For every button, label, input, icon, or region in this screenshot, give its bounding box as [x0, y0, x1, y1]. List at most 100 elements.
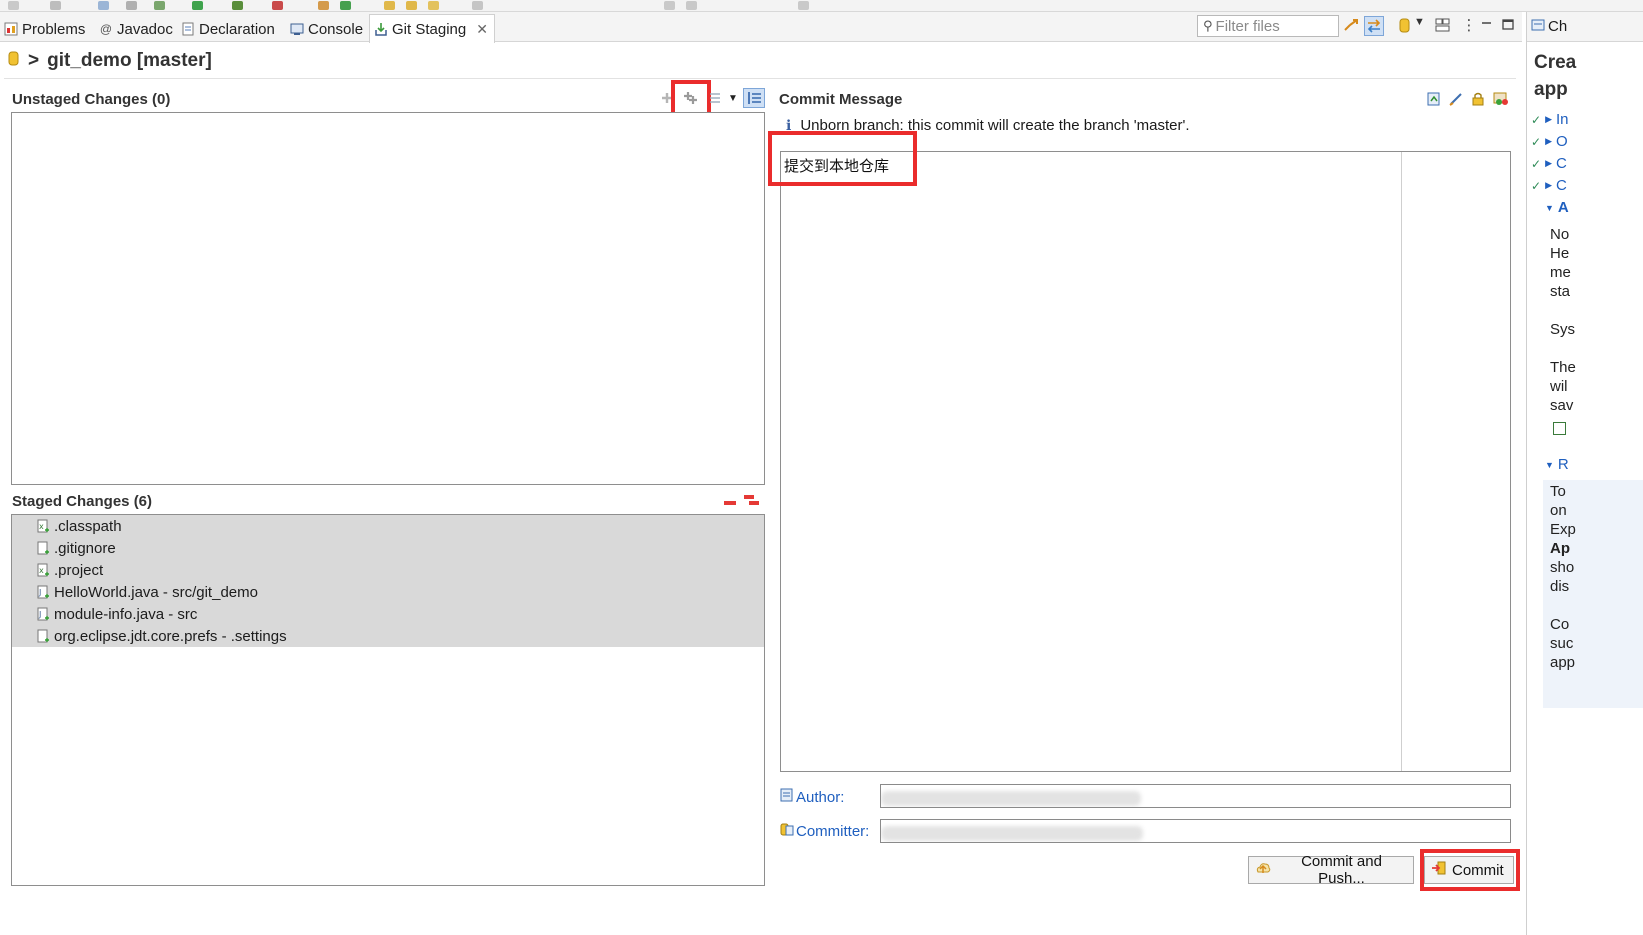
- staged-file-row[interactable]: J HelloWorld.java - src/git_demo: [12, 581, 764, 603]
- staged-file-name: org.eclipse.jdt.core.prefs - .settings: [54, 627, 287, 645]
- search-icon[interactable]: [126, 1, 137, 10]
- cheat-step-4[interactable]: ✓ ▶ C: [1531, 177, 1567, 194]
- staged-file-row[interactable]: org.eclipse.jdt.core.prefs - .settings: [12, 625, 764, 647]
- repository-prefix: >: [28, 50, 40, 71]
- new-icon[interactable]: [8, 1, 19, 10]
- repository-title: git_demo [master]: [47, 50, 212, 71]
- debug-icon[interactable]: [154, 1, 165, 10]
- committer-icon: [780, 822, 794, 840]
- cheat-step-body: No He me sta Sys The wil sav: [1550, 226, 1576, 414]
- presentation-icon[interactable]: [706, 91, 722, 105]
- staged-file-row[interactable]: .gitignore: [12, 537, 764, 559]
- run-icon[interactable]: [192, 1, 203, 10]
- check-icon: ✓: [1531, 178, 1542, 193]
- new-package-icon[interactable]: [318, 1, 329, 10]
- main-toolbar: [0, 0, 1643, 12]
- annotation-icon[interactable]: [472, 1, 483, 10]
- staged-file-row[interactable]: x .project: [12, 559, 764, 581]
- close-icon[interactable]: ✕: [476, 21, 488, 38]
- compare-mode-icon[interactable]: [1364, 16, 1384, 36]
- filter-files-field[interactable]: ⚲: [1197, 15, 1339, 37]
- staged-file-name: HelloWorld.java - src/git_demo: [54, 583, 258, 601]
- staged-changes-title: Staged Changes (6): [12, 493, 153, 510]
- commit-message-editor[interactable]: 提交到本地仓库: [780, 151, 1511, 772]
- added-file-icon: [36, 541, 50, 555]
- cheat-step-3[interactable]: ✓ ▶ C: [1531, 155, 1567, 172]
- cheat-section-2[interactable]: ▼ R: [1545, 456, 1569, 473]
- layout-icon[interactable]: [1434, 16, 1454, 36]
- commit-message-margin-line: [1401, 152, 1402, 771]
- nav-back-icon[interactable]: [664, 1, 675, 10]
- xml-added-file-icon: x: [36, 563, 50, 577]
- cheat-step-5-label: A: [1557, 199, 1569, 216]
- new-class-icon[interactable]: [340, 1, 351, 10]
- check-icon: ✓: [1531, 134, 1542, 149]
- javadoc-icon: @: [99, 22, 113, 36]
- cheat-sheet-panel: Ch Crea app ✓ ▶ In ✓ ▶ O ✓ ▶ C ✓ ▶ C ▼ A No He me…: [1526, 12, 1643, 935]
- cheat-step-1[interactable]: ✓ ▶ In: [1531, 111, 1569, 128]
- repository-icon: [8, 50, 20, 72]
- nav-forward-icon[interactable]: [686, 1, 697, 10]
- coverage-icon[interactable]: [232, 1, 243, 10]
- repository-header: > git_demo [master]: [8, 50, 212, 72]
- commit-and-push-label: Commit and Push...: [1301, 853, 1382, 887]
- unstaged-changes-title: Unstaged Changes (0): [12, 91, 171, 108]
- commit-and-push-button[interactable]: Commit and Push...: [1248, 853, 1414, 887]
- tab-javadoc[interactable]: @ Javadoc: [99, 16, 173, 42]
- unstage-all-icon[interactable]: [743, 493, 761, 507]
- console-icon: [290, 22, 304, 36]
- committer-field[interactable]: [880, 819, 1511, 843]
- filter-files-input[interactable]: [1215, 17, 1334, 35]
- staged-file-name: .project: [54, 561, 104, 579]
- unstaged-changes-list[interactable]: [11, 112, 765, 485]
- open-task-icon[interactable]: [428, 1, 439, 10]
- chevron-right-icon: ▶: [1545, 158, 1552, 168]
- checkbox-icon[interactable]: [1553, 422, 1566, 435]
- commit-push-icon: [1255, 860, 1271, 880]
- cheat-sheet-tab[interactable]: Ch: [1527, 12, 1643, 42]
- cheat-section-2-bold: Ap: [1550, 540, 1570, 557]
- minimize-icon[interactable]: [1479, 16, 1499, 36]
- tab-console[interactable]: Console: [290, 16, 363, 42]
- print-icon[interactable]: [98, 1, 109, 10]
- committer-label[interactable]: Committer:: [796, 823, 869, 840]
- tab-problems[interactable]: Problems: [4, 16, 85, 42]
- open-folder-icon[interactable]: [384, 1, 395, 10]
- author-field[interactable]: [880, 784, 1511, 808]
- save-icon[interactable]: [50, 1, 61, 10]
- chevron-down-icon: ▼: [1545, 459, 1554, 470]
- open-type-icon[interactable]: [406, 1, 417, 10]
- svg-text:x: x: [39, 522, 44, 531]
- search-icon: ⚲: [1203, 18, 1213, 33]
- cheat-sheet-tab-label: Ch: [1548, 18, 1568, 35]
- staged-file-row[interactable]: x .classpath: [12, 515, 764, 537]
- cheat-step-2[interactable]: ✓ ▶ O: [1531, 133, 1568, 150]
- committer-value-redacted: [881, 826, 1143, 841]
- amend-icon[interactable]: [1426, 91, 1442, 107]
- tab-git-staging[interactable]: Git Staging ✕: [369, 14, 495, 43]
- unstage-selected-icon[interactable]: [723, 495, 737, 505]
- sort-icon[interactable]: [743, 88, 765, 108]
- cheat-step-5[interactable]: ▼ A: [1545, 199, 1569, 216]
- tab-declaration[interactable]: Declaration: [181, 16, 275, 42]
- lock-icon[interactable]: [1470, 91, 1486, 107]
- external-tools-icon[interactable]: [272, 1, 283, 10]
- staged-file-row[interactable]: Jmodule-info.java - src: [12, 603, 764, 625]
- maximize-icon[interactable]: [1500, 16, 1520, 36]
- xml-added-file-icon: x: [36, 519, 50, 533]
- change-id-icon[interactable]: [1492, 91, 1510, 107]
- commit-message-title: Commit Message: [779, 91, 903, 108]
- chevron-down-icon[interactable]: ▼: [728, 93, 738, 104]
- signoff-icon[interactable]: [1448, 91, 1464, 107]
- link-selection-icon[interactable]: [1341, 16, 1361, 36]
- staged-changes-list[interactable]: x .classpath .gitignore x .project J HelloWorl…: [11, 514, 765, 886]
- author-label-row: Author:: [780, 788, 844, 806]
- pin-editor-icon[interactable]: [798, 1, 809, 10]
- repository-icon[interactable]: [1395, 16, 1415, 36]
- view-menu-icon[interactable]: ⋮: [1459, 16, 1479, 36]
- author-label[interactable]: Author:: [796, 789, 844, 806]
- staged-file-name: .gitignore: [54, 539, 116, 557]
- highlight-commit-button: [1420, 849, 1520, 891]
- staged-file-name: .classpath: [54, 517, 122, 535]
- chevron-down-icon[interactable]: ▼: [1414, 16, 1434, 36]
